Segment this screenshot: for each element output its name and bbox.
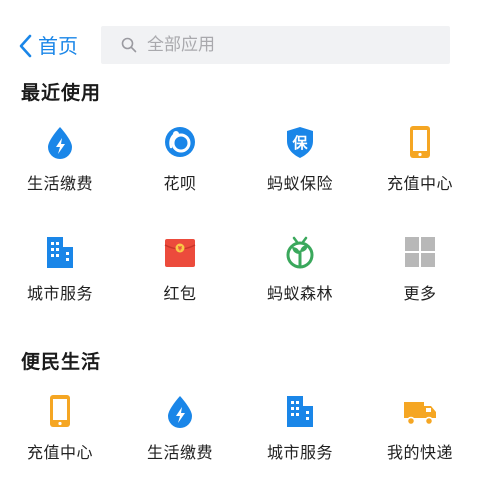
app-tile-huabei[interactable]: 花呗	[120, 125, 240, 215]
app-tile-ant-forest[interactable]: 蚂蚁森林	[240, 235, 360, 325]
phone-topup-icon	[403, 125, 437, 159]
section-title-recent: 最近使用	[21, 82, 102, 104]
app-label: 红包	[163, 284, 197, 303]
app-label: 生活缴费	[26, 174, 93, 193]
app-label: 生活缴费	[146, 443, 213, 462]
app-tile-insurance[interactable]: 保 蚂蚁保险	[240, 125, 360, 215]
app-label: 更多	[403, 284, 437, 303]
app-tile-my-delivery[interactable]: 我的快递	[360, 394, 480, 480]
app-label: 充值中心	[26, 443, 93, 462]
app-tile-red-envelope[interactable]: ¥ 红包	[120, 235, 240, 325]
app-tile-city-services[interactable]: 城市服务	[240, 394, 360, 480]
section-title-convenience: 便民生活	[21, 351, 102, 373]
app-tile-bill-payment[interactable]: 生活缴费	[0, 125, 120, 215]
back-button[interactable]: 首页	[18, 29, 78, 63]
city-buildings-icon	[43, 235, 77, 269]
search-icon	[121, 37, 137, 53]
app-tile-topup[interactable]: 充值中心	[360, 125, 480, 215]
app-tile-bill-payment[interactable]: 生活缴费	[120, 394, 240, 480]
phone-topup-icon	[43, 394, 77, 428]
svg-text:保: 保	[291, 134, 308, 152]
city-buildings-icon	[283, 394, 317, 428]
back-label: 首页	[38, 34, 78, 58]
water-drop-bolt-icon	[163, 394, 197, 428]
app-tile-city-services[interactable]: 城市服务	[0, 235, 120, 325]
search-bar[interactable]	[101, 26, 450, 64]
app-label: 充值中心	[386, 174, 453, 193]
grid-more-icon	[403, 235, 437, 269]
app-label: 蚂蚁保险	[266, 174, 333, 193]
app-tile-topup[interactable]: 充值中心	[0, 394, 120, 480]
app-label: 城市服务	[26, 284, 93, 303]
huabei-icon	[163, 125, 197, 159]
app-label: 蚂蚁森林	[266, 284, 333, 303]
chevron-left-icon	[19, 34, 32, 58]
search-input[interactable]	[147, 35, 427, 55]
insurance-shield-icon: 保	[283, 125, 317, 159]
app-label: 城市服务	[266, 443, 333, 462]
red-envelope-icon: ¥	[163, 235, 197, 269]
water-drop-bolt-icon	[43, 125, 77, 159]
app-label: 花呗	[163, 174, 197, 193]
app-label: 我的快递	[386, 443, 453, 462]
app-list-page: 首页 最近使用 生活缴费	[0, 0, 480, 480]
delivery-truck-icon	[403, 394, 437, 428]
header-bar: 首页	[0, 26, 480, 66]
app-tile-more[interactable]: 更多	[360, 235, 480, 325]
sprout-icon	[283, 235, 317, 269]
